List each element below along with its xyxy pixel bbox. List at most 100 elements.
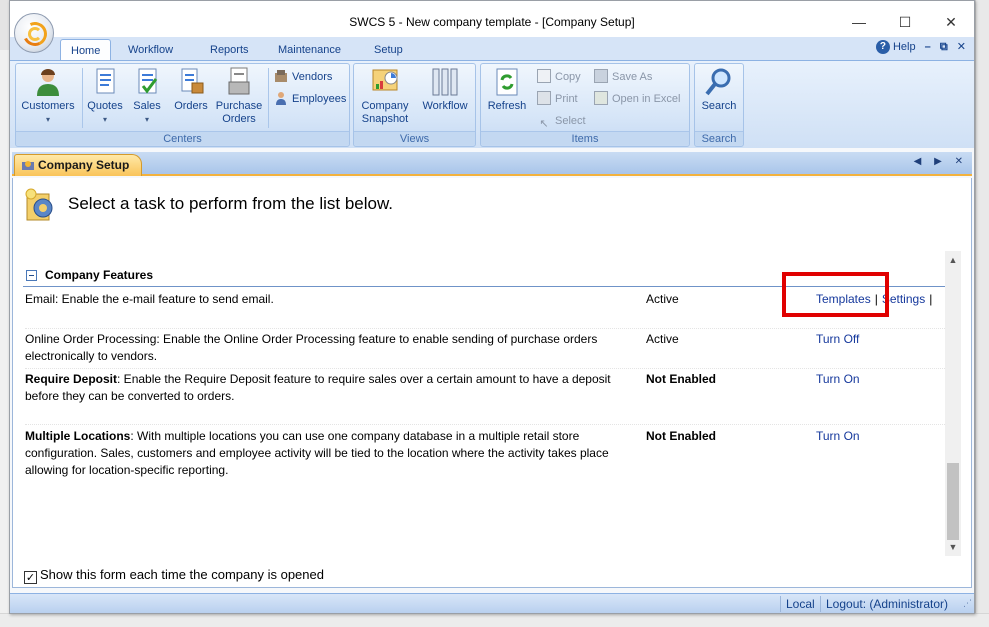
section-title-company-features: Company Features — [45, 268, 154, 282]
select-label: Select — [555, 115, 586, 127]
customers-button[interactable]: Customers ▾ — [19, 66, 77, 126]
logout-link[interactable]: Logout: (Administrator) — [820, 596, 953, 612]
print-button[interactable]: Print — [537, 90, 578, 108]
task-header: Select a task to perform from the list b… — [68, 194, 394, 213]
ribbon-group-views: Company Snapshot Workflow Views — [353, 63, 476, 147]
refresh-button[interactable]: Refresh — [483, 66, 531, 113]
sales-label: Sales — [133, 100, 161, 112]
vertical-scrollbar[interactable]: ▲ ▼ — [945, 251, 961, 556]
feature-status: Not Enabled — [646, 372, 717, 386]
quotes-button[interactable]: Quotes ▾ — [84, 66, 126, 126]
turn-off-link[interactable]: Turn Off — [816, 332, 859, 346]
quotes-label: Quotes — [87, 100, 123, 112]
quotes-icon — [96, 68, 115, 94]
select-button[interactable]: ↖ Select — [537, 112, 586, 130]
ribbon-panel: Customers ▾ Quotes ▾ Sales ▾ Orders Purc… — [10, 60, 974, 148]
company-snapshot-icon — [372, 69, 398, 91]
quotes-dropdown-icon[interactable]: ▾ — [84, 113, 126, 126]
tab-maintenance[interactable]: Maintenance — [268, 39, 351, 61]
feature-row-require-deposit: Require Deposit: Enable the Require Depo… — [25, 371, 947, 425]
vendors-button[interactable]: Vendors — [274, 68, 332, 86]
turn-on-link[interactable]: Turn On — [816, 372, 860, 386]
feature-actions: Turn On — [816, 371, 860, 388]
copy-icon — [537, 69, 551, 83]
document-tab-nav[interactable]: ◀ ▶ ✕ — [914, 156, 968, 167]
group-label-items: Items — [481, 131, 689, 145]
ribbon-group-centers: Customers ▾ Quotes ▾ Sales ▾ Orders Purc… — [15, 63, 350, 147]
status-bar: Local Logout: (Administrator) ⋰ — [10, 593, 974, 613]
vendors-icon — [275, 70, 287, 82]
orders-label: Orders — [174, 100, 208, 112]
separator — [82, 68, 83, 128]
show-form-checkbox[interactable]: ✓ — [24, 571, 37, 584]
sales-button[interactable]: Sales ▾ — [127, 66, 167, 126]
workflow-icon — [432, 68, 458, 96]
desktop-background-bottom — [0, 613, 989, 627]
company-snapshot-label-1: Company — [361, 100, 409, 112]
cursor-icon: ↖ — [539, 118, 549, 130]
feature-description: Require Deposit: Enable the Require Depo… — [25, 371, 635, 405]
search-button[interactable]: Search — [696, 66, 742, 113]
scroll-up-icon[interactable]: ▲ — [945, 253, 961, 267]
purchase-orders-label-1: Purchase — [215, 100, 263, 112]
group-label-views: Views — [354, 131, 475, 145]
tab-workflow[interactable]: Workflow — [118, 39, 183, 61]
feature-text: Email: Enable the e-mail feature to send… — [25, 292, 274, 306]
workflow-button[interactable]: Workflow — [416, 66, 474, 113]
mdi-restore-button[interactable]: ⧉ — [940, 41, 948, 54]
feature-status: Active — [646, 332, 679, 346]
excel-icon — [594, 91, 608, 105]
copy-button[interactable]: Copy — [537, 68, 581, 86]
tab-setup[interactable]: Setup — [364, 39, 413, 61]
action-separator: | — [929, 292, 933, 306]
customers-dropdown-icon[interactable]: ▾ — [19, 113, 77, 126]
mdi-minimize-button[interactable]: – — [925, 41, 931, 53]
resize-grip-icon[interactable]: ⋰ — [963, 598, 972, 609]
mdi-close-button[interactable]: ✕ — [957, 40, 966, 53]
purchase-orders-icon — [228, 67, 250, 95]
title-bar: SWCS 5 - New company template - [Company… — [10, 1, 974, 41]
collapse-section-toggle[interactable] — [26, 270, 37, 281]
save-as-label: Save As — [612, 71, 653, 83]
feature-title: Require Deposit — [25, 372, 118, 386]
ribbon-tab-row: Home Workflow Reports Maintenance Setup … — [10, 37, 974, 61]
open-in-excel-button[interactable]: Open in Excel — [594, 90, 680, 108]
minimize-button[interactable]: — — [836, 9, 882, 35]
orders-button[interactable]: Orders — [169, 66, 213, 113]
open-in-excel-label: Open in Excel — [612, 93, 681, 105]
company-snapshot-label-2: Snapshot — [361, 113, 409, 125]
tab-company-setup[interactable]: Company Setup — [14, 154, 142, 176]
highlight-box — [782, 272, 889, 317]
feature-row-multiple-locations: Multiple Locations: With multiple locati… — [25, 428, 947, 484]
scroll-down-icon[interactable]: ▼ — [945, 540, 961, 554]
tab-reports[interactable]: Reports — [200, 39, 259, 61]
group-label-search: Search — [695, 131, 743, 145]
sales-dropdown-icon[interactable]: ▾ — [127, 113, 167, 126]
employees-label: Employees — [292, 93, 347, 105]
purchase-orders-label-2: Orders — [222, 113, 256, 125]
purchase-orders-button[interactable]: Purchase Orders — [214, 66, 264, 126]
employees-button[interactable]: Employees — [274, 90, 346, 108]
feature-description: Email: Enable the e-mail feature to send… — [25, 291, 635, 308]
status-local: Local — [780, 596, 820, 612]
help-area: ? Help – ⧉ ✕ — [875, 40, 966, 55]
close-button[interactable]: ✕ — [928, 9, 974, 35]
print-icon — [537, 91, 551, 105]
turn-on-link[interactable]: Turn On — [816, 429, 860, 443]
feature-text: Online Order Processing: Enable the Onli… — [25, 332, 598, 363]
vendors-label: Vendors — [292, 71, 333, 83]
help-icon[interactable]: ? — [875, 40, 890, 55]
scrollbar-thumb[interactable] — [947, 463, 959, 540]
help-link[interactable]: Help — [893, 41, 916, 53]
tab-home[interactable]: Home — [60, 39, 112, 61]
show-form-option[interactable]: ✓ Show this form each time the company is… — [24, 567, 324, 584]
ribbon-group-items: Refresh Copy Print ↖ Select Save As Open … — [480, 63, 690, 147]
app-logo-inner-icon — [28, 27, 42, 41]
copy-label: Copy — [555, 71, 581, 83]
company-snapshot-button[interactable]: Company Snapshot — [356, 66, 414, 126]
maximize-button[interactable]: ☐ — [882, 9, 928, 35]
print-label: Print — [555, 93, 578, 105]
application-menu-button[interactable] — [14, 13, 54, 53]
feature-actions: Turn On — [816, 428, 860, 445]
save-as-button[interactable]: Save As — [594, 68, 652, 86]
